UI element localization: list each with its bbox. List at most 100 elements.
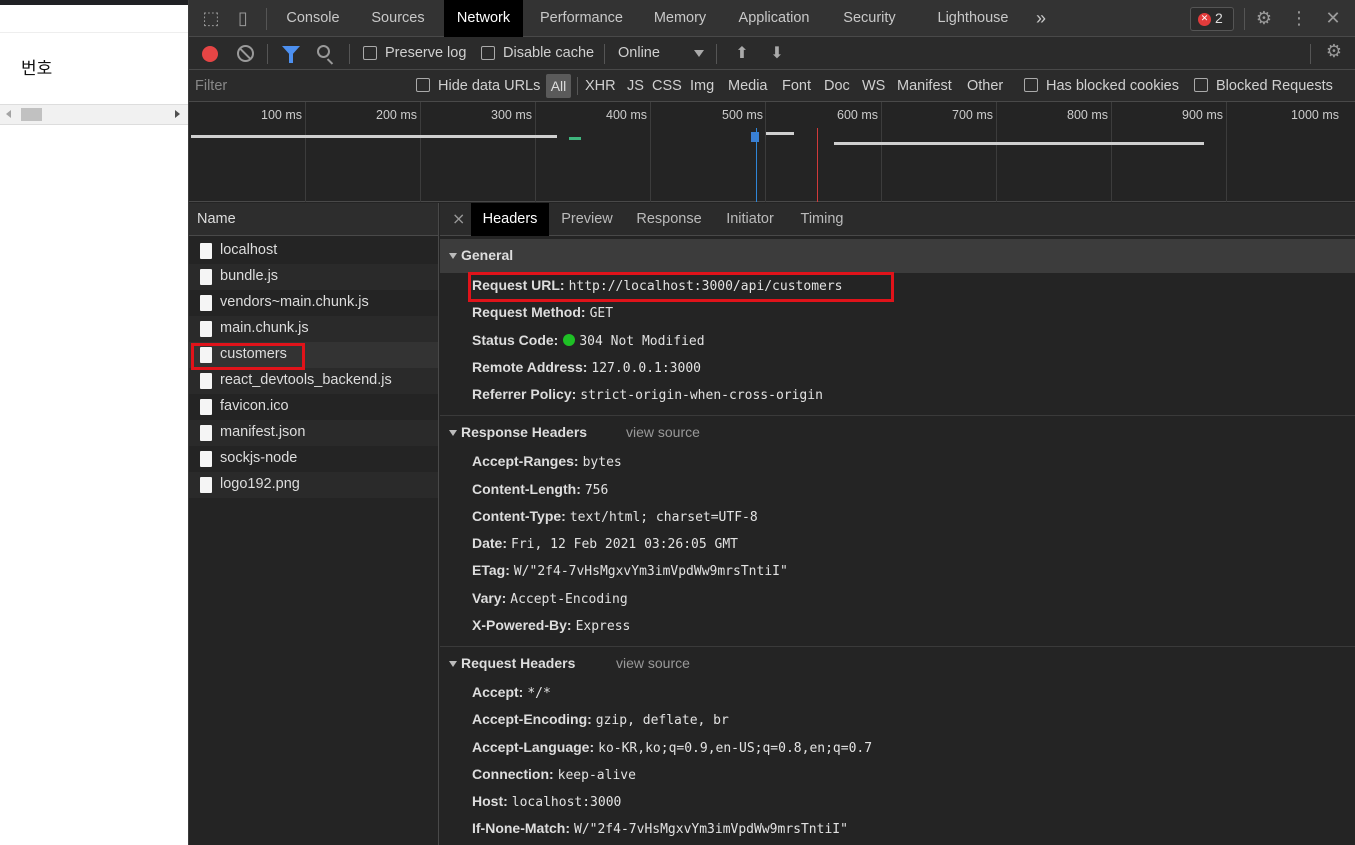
record-icon[interactable] [202,46,218,62]
chevron-down-icon[interactable] [694,50,704,57]
tab-console[interactable]: Console [279,0,347,37]
tab-network[interactable]: Network [444,0,523,37]
status-ok-icon [563,334,576,346]
request-row[interactable]: bundle.js [189,264,438,290]
request-row[interactable]: manifest.json [189,420,438,446]
has-blocked-cookies-checkbox[interactable] [1024,78,1038,92]
throttling-select[interactable]: Online [618,45,660,61]
preserve-log-checkbox[interactable] [363,46,377,60]
section-response-headers-header[interactable]: Response Headers view source [440,415,1355,449]
export-har-icon[interactable]: ⬇ [769,44,785,62]
filter-img[interactable]: Img [690,78,714,94]
filter-doc[interactable]: Doc [824,78,850,94]
filter-manifest[interactable]: Manifest [897,78,952,94]
filter-input[interactable]: Filter [195,74,395,98]
document-icon [200,373,212,389]
toolbar-divider [716,44,717,64]
disable-cache-label: Disable cache [503,45,595,61]
header-value: 304 Not Modified [579,334,705,349]
request-row[interactable]: react_devtools_backend.js [189,368,438,394]
name-column-header[interactable]: Name [189,203,438,236]
inspect-element-icon[interactable]: ⬚ [201,9,221,29]
filter-ws[interactable]: WS [862,78,885,94]
view-source-link[interactable]: view source [626,424,700,440]
tab-preview[interactable]: Preview [561,203,613,236]
request-row[interactable]: main.chunk.js [189,316,438,342]
request-row[interactable]: sockjs-node [189,446,438,472]
scroll-right-icon[interactable] [175,110,180,118]
request-row[interactable]: vendors~main.chunk.js [189,290,438,316]
blocked-requests-checkbox[interactable] [1194,78,1208,92]
request-row[interactable]: logo192.png [189,472,438,498]
tab-application[interactable]: Application [729,0,819,37]
filter-js[interactable]: JS [627,78,644,94]
header-row: If-None-Match: W/"2f4-7vHsMgxvYm3imVpdWw9… [472,820,848,837]
header-key: Vary: [472,590,507,606]
header-key: Date: [472,535,508,551]
close-details-icon[interactable]: × [452,209,465,228]
header-key: Host: [472,793,508,809]
more-tabs-icon[interactable]: » [1033,0,1049,37]
tab-memory[interactable]: Memory [645,0,715,37]
header-row: Content-Type: text/html; charset=UTF-8 [472,508,758,525]
tab-lighthouse[interactable]: Lighthouse [927,0,1019,37]
section-general-header[interactable]: General [440,239,1355,273]
header-key: Accept-Ranges: [472,453,579,469]
tab-headers[interactable]: Headers [471,203,549,236]
header-value: 127.0.0.1:3000 [591,361,701,376]
header-row: X-Powered-By: Express [472,617,630,634]
device-toolbar-icon[interactable]: ▯ [233,9,253,29]
document-icon [200,451,212,467]
request-name: react_devtools_backend.js [220,372,392,388]
import-har-icon[interactable]: ⬆ [734,44,750,62]
network-settings-gear-icon[interactable]: ⚙ [1324,42,1344,62]
tab-sources[interactable]: Sources [363,0,433,37]
header-row: Vary: Accept-Encoding [472,590,628,607]
toolbar-divider [267,44,268,64]
filter-xhr[interactable]: XHR [585,78,616,94]
tab-security[interactable]: Security [837,0,902,37]
request-row[interactable]: localhost [189,238,438,264]
header-key: ETag: [472,562,510,578]
filter-divider [577,77,578,95]
document-icon [200,243,212,259]
filter-media[interactable]: Media [728,78,768,94]
tab-timing[interactable]: Timing [798,203,846,236]
header-value: W/"2f4-7vHsMgxvYm3imVpdWw9mrsTntiI" [574,822,848,837]
filter-other[interactable]: Other [967,78,1003,94]
timeline-label: 700 ms [952,108,993,122]
error-count-badge[interactable]: ✕ 2 [1190,7,1234,31]
timeline-request-bar [569,137,581,140]
disable-cache-checkbox[interactable] [481,46,495,60]
tab-response[interactable]: Response [636,203,702,236]
more-options-icon[interactable]: ⋮ [1289,9,1309,29]
section-request-headers-header[interactable]: Request Headers view source [440,646,1355,680]
timeline-label: 500 ms [722,108,763,122]
request-row[interactable]: favicon.ico [189,394,438,420]
header-value: localhost:3000 [511,795,622,810]
tab-performance[interactable]: Performance [534,0,629,37]
network-overview-timeline[interactable]: 100 ms 200 ms 300 ms 400 ms 500 ms 600 m… [189,102,1355,202]
scroll-left-icon[interactable] [6,110,11,118]
close-devtools-icon[interactable]: ✕ [1323,9,1343,29]
clear-icon[interactable] [237,45,254,62]
timeline-request-bar [751,132,759,142]
header-value: 756 [584,483,609,498]
filter-css[interactable]: CSS [652,78,682,94]
filter-all-button[interactable]: All [546,74,571,98]
timeline-request-bar [834,142,1204,145]
settings-gear-icon[interactable]: ⚙ [1254,9,1274,29]
scrollbar-thumb[interactable] [21,108,42,121]
tab-initiator[interactable]: Initiator [723,203,777,236]
timeline-gridline [305,102,306,202]
search-icon[interactable] [317,45,330,58]
header-row: Request Method: GET [472,304,613,321]
filter-font[interactable]: Font [782,78,811,94]
header-row: Connection: keep-alive [472,766,636,783]
request-name: main.chunk.js [220,320,309,336]
header-row: Accept-Ranges: bytes [472,453,622,470]
filter-icon[interactable] [282,46,300,63]
hide-data-urls-checkbox[interactable] [416,78,430,92]
horizontal-scrollbar[interactable] [0,104,188,125]
view-source-link[interactable]: view source [616,655,690,671]
